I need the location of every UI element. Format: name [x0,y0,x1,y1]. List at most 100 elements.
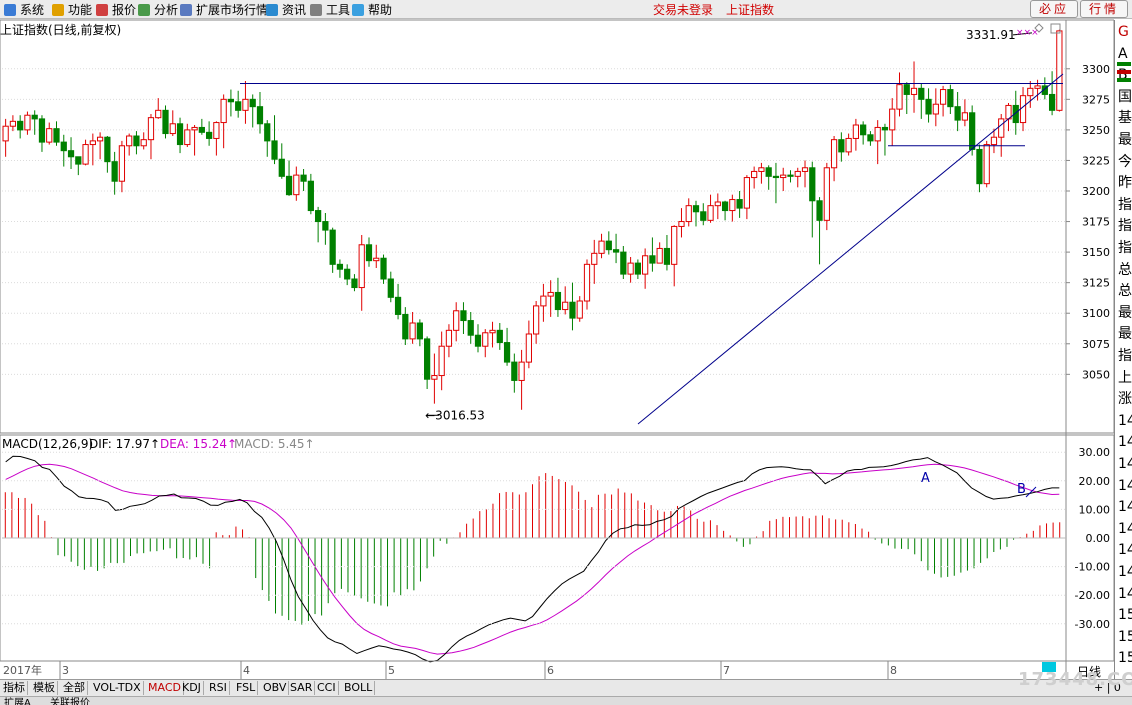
candle-up [155,109,162,119]
tab-cci[interactable]: CCI [315,681,339,695]
candle-down [365,244,373,262]
price-tick-label: 3250 [1082,124,1110,137]
candle-up [169,123,176,135]
candle-up [671,225,678,265]
candle-up [874,126,881,142]
candle-down [947,89,954,108]
candle-down [649,255,656,264]
candle-down [765,167,772,177]
candle-up [656,247,663,264]
candle-down [954,106,961,121]
candle-down [38,118,46,143]
candle-down [663,247,671,265]
candle-down [278,158,285,177]
quote-panel-cell: 总 [1118,261,1132,278]
quote-panel-cell: 涨 [1118,391,1132,408]
candle-down [772,175,780,179]
year-label: 2017年 [3,663,42,677]
quote-panel-cell: 昨 [1118,175,1132,192]
candle-up [96,136,104,142]
quote-panel-cell: 国 [1118,88,1132,105]
high-price-label: 3331.91 [966,28,1016,42]
month-label: 7 [723,664,730,677]
candle-down [918,87,925,100]
candle-down [31,114,38,120]
candle-up [758,167,765,172]
tab-rsi[interactable]: RSI [207,681,230,695]
tab-vol-tdx[interactable]: VOL-TDX [91,681,144,695]
candle-up [751,170,758,179]
candle-up [1056,30,1063,111]
candle-down [75,156,82,165]
candle-up [910,87,918,95]
tab-macd[interactable]: MACD [146,681,184,695]
candle-down [351,278,358,289]
quote-panel-cell: 14 [1118,564,1132,580]
candle-down [387,278,394,298]
candle-up [932,103,939,115]
candle-up [220,98,227,124]
time-axis: 2017年 3 4 5 6 7 8 [0,660,1114,679]
candle-down [394,296,402,315]
macd-title: MACD(12,26,9) [2,437,93,451]
tab-fsl[interactable]: FSL [234,681,259,695]
candle-up [540,295,547,307]
candle-up [729,199,736,212]
price-tick-label: 3175 [1082,216,1110,229]
quote-panel-cell: 指 [1118,240,1132,256]
candle-up [685,205,692,223]
candle-down [322,221,329,231]
tab-boll[interactable]: BOLL [342,681,376,695]
dif-value: DIF: 17.97↑ [89,437,160,451]
candle-up [961,112,969,121]
candle-down [605,240,612,251]
candle-up [46,128,53,143]
candle-up [191,126,198,131]
candle-up [373,257,380,262]
tab-obv[interactable]: OBV [261,681,290,695]
tab-kdj[interactable]: KDJ [180,681,204,695]
macd-value: MACD: 5.45↑ [234,437,315,451]
macd-tick-label: -10.00 [1075,561,1110,574]
candle-down [198,126,205,133]
tab-全部[interactable]: 全部 [61,681,88,695]
candle-up [562,301,569,311]
candle-down [133,135,140,147]
candle-up [801,167,809,172]
candle-up [9,120,17,127]
candle-down [315,210,322,223]
candle-up [1034,85,1041,89]
candle-down [227,98,235,103]
quote-panel-cell: 最 [1118,304,1132,321]
tab-sar[interactable]: SAR [288,681,316,695]
tab-指标[interactable]: 指标 [1,681,28,695]
quote-color-bar [1117,78,1131,82]
candle-up [453,310,460,331]
candle-up [576,300,583,319]
candle-up [431,375,438,380]
candle-down [264,123,271,142]
indicator-tabs: 指标 模板 全部 VOL-TDX MACD KDJ RSI FSL OBV SAR CCI BOLL [0,679,1132,696]
candle-down [336,263,344,270]
candle-down [969,112,976,150]
quote-panel-cell: 15 [1118,650,1132,667]
candle-down [612,249,620,253]
candle-down [554,291,562,311]
annotation-a: A [921,471,930,486]
candle-up [852,124,860,139]
candle-down [60,141,67,152]
candle-up [780,174,787,179]
tab-模板[interactable]: 模板 [31,681,58,695]
candle-down [300,174,307,182]
candle-up [983,144,990,185]
price-axis: 3300 3275 3250 3225 3200 3175 3150 3125 3100 3075… [1082,63,1110,382]
candle-up [445,329,453,347]
chart-area[interactable]: 3300 3275 3250 3225 3200 3175 3150 3125 3100 3075… [0,0,1114,679]
candle-up [707,205,714,221]
candle-up [627,262,634,275]
quote-panel-cell: 14 [1118,520,1132,537]
price-tick-label: 3225 [1082,154,1110,167]
low-price-label: ←3016.53 [425,408,485,422]
macd-tick-label: 20.00 [1079,475,1111,488]
candle-up [1019,95,1027,124]
